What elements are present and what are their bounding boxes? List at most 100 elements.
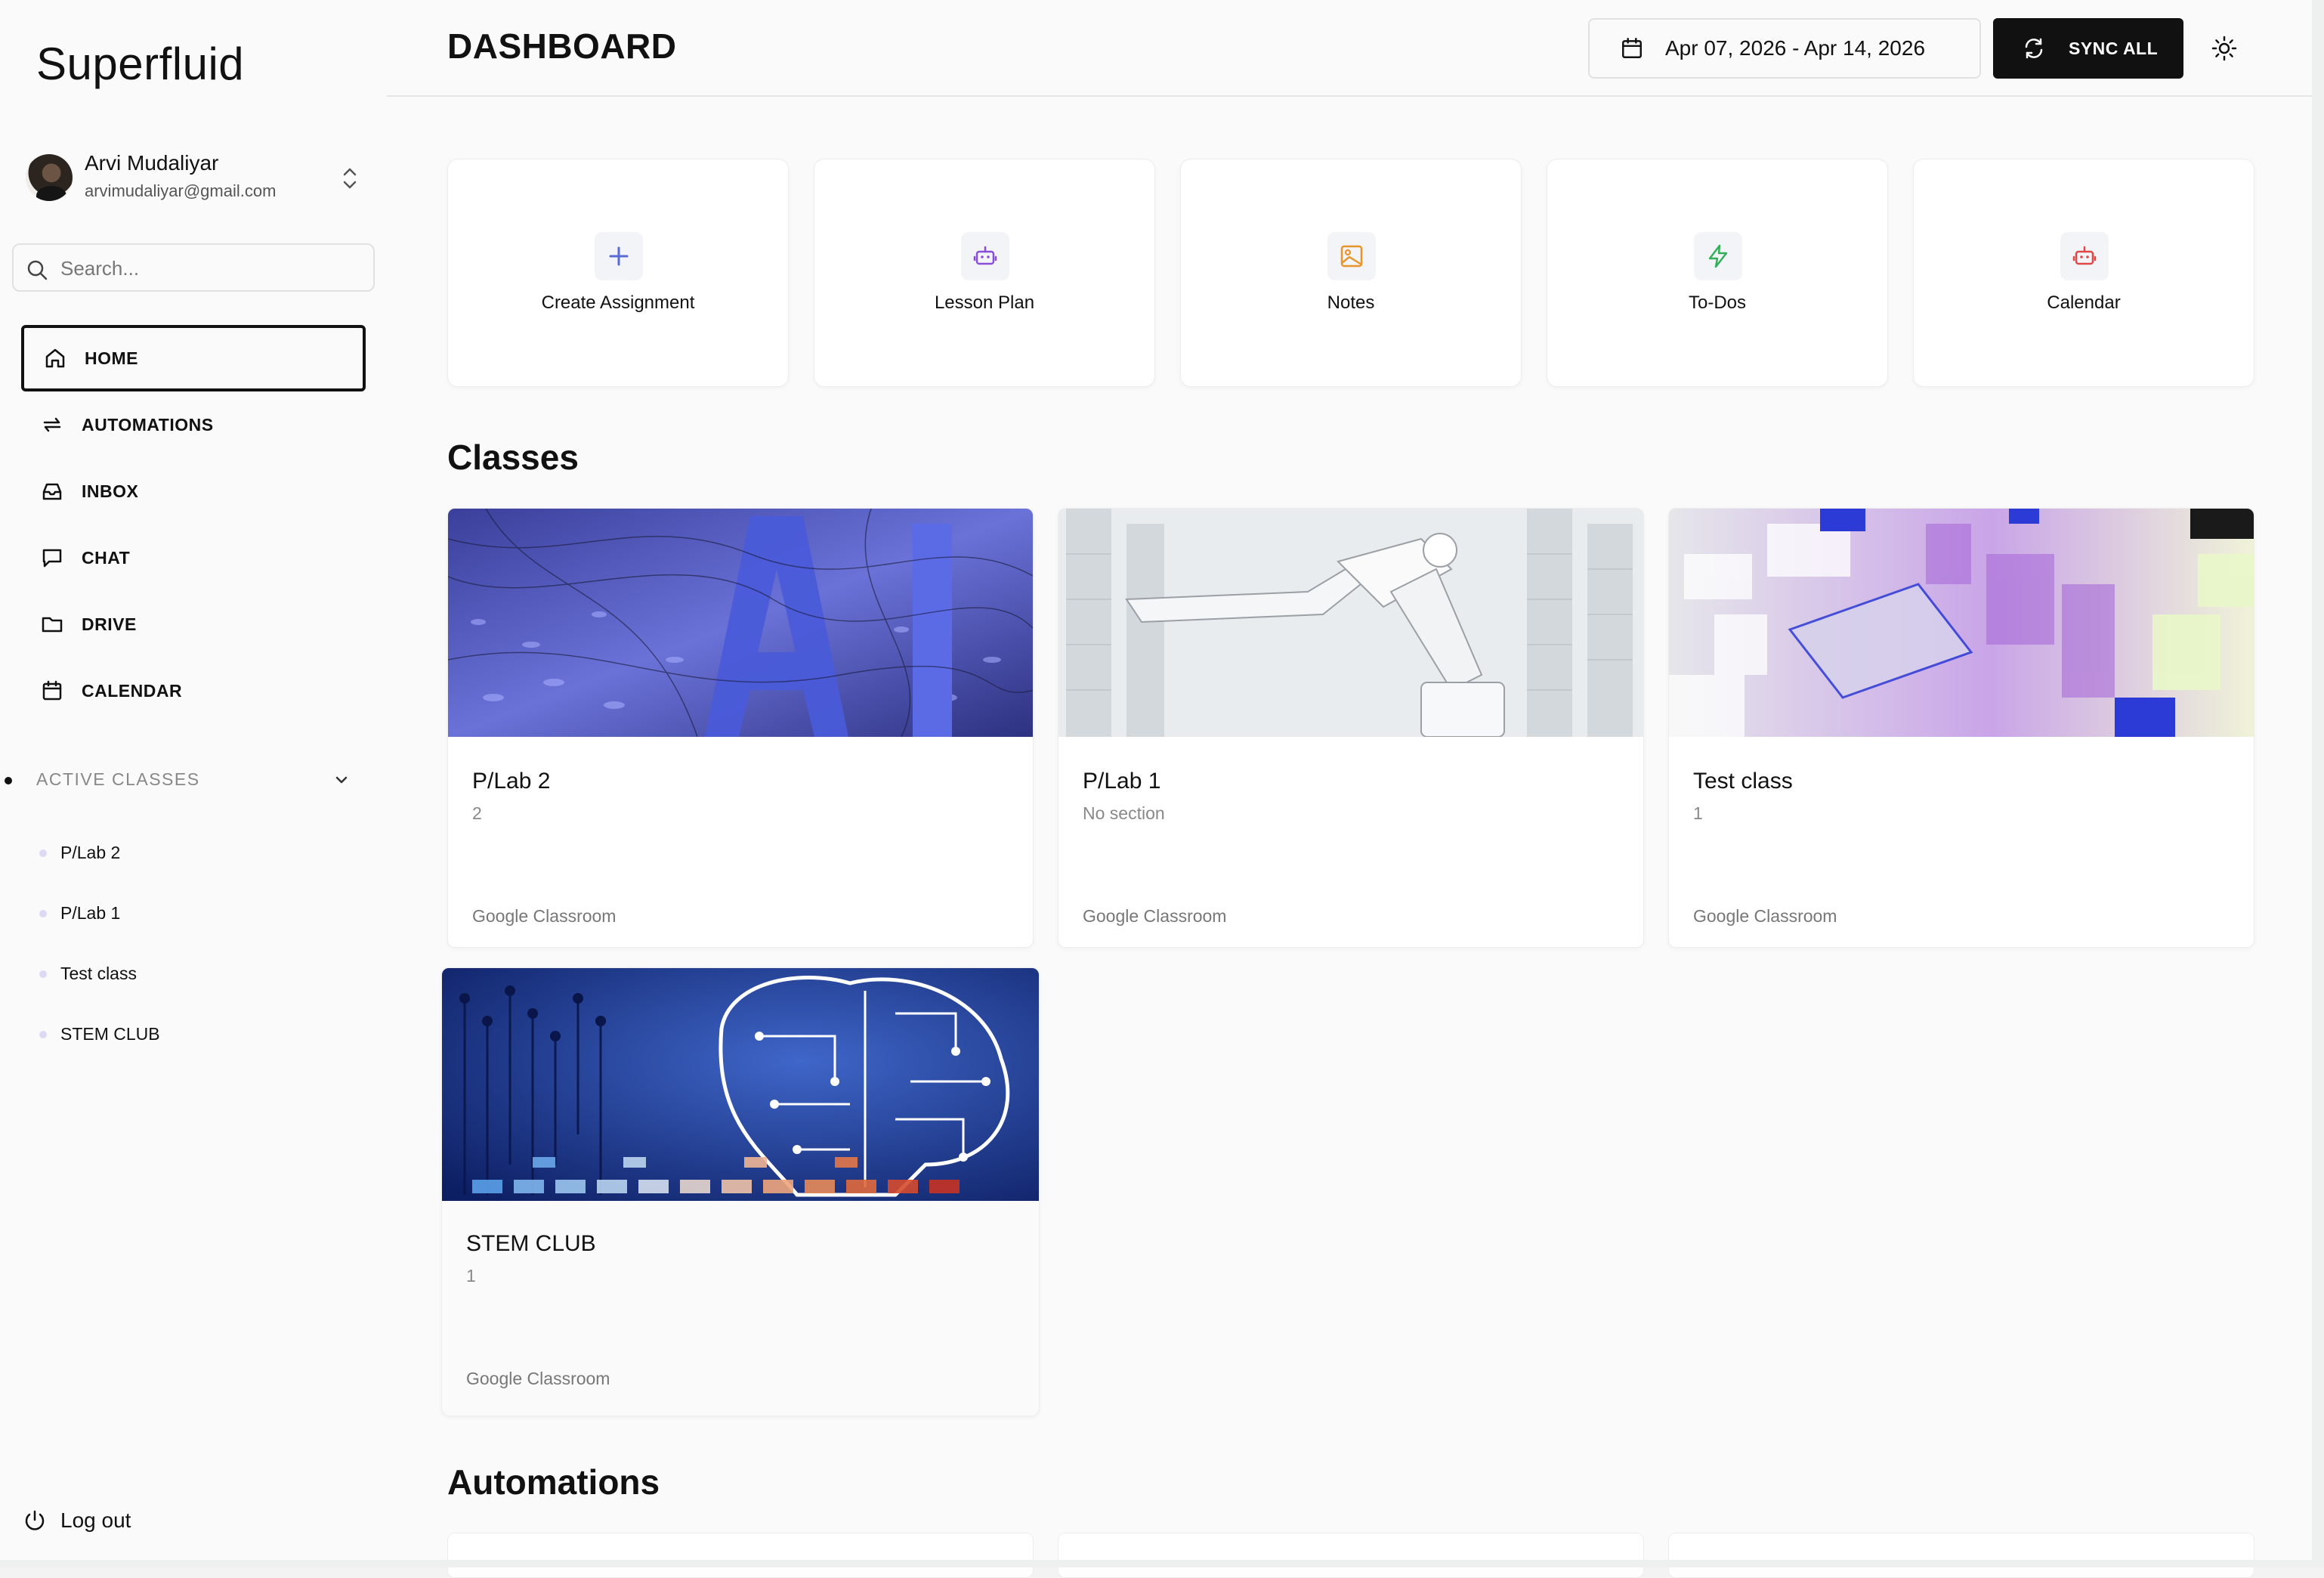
quick-action-label: Create Assignment — [541, 292, 695, 313]
sidebar-class-item[interactable]: P/Lab 2 — [36, 822, 160, 883]
class-card[interactable]: Test class 1 Google Classroom — [1668, 508, 2254, 948]
bolt-icon — [1694, 232, 1742, 280]
nav-item-inbox[interactable]: INBOX — [21, 458, 366, 524]
search-input[interactable] — [60, 254, 363, 283]
nav-label: CHAT — [82, 547, 131, 568]
sidebar-class-label: STEM CLUB — [60, 1023, 160, 1044]
nav-label: CALENDAR — [82, 680, 183, 701]
active-classes-list: P/Lab 2 P/Lab 1 Test class STEM CLUB — [36, 822, 160, 1064]
date-range-text: Apr 07, 2026 - Apr 14, 2026 — [1665, 36, 1926, 60]
class-name: STEM CLUB — [466, 1231, 596, 1256]
class-section: 1 — [1693, 803, 1703, 823]
sidebar-class-label: Test class — [60, 963, 137, 983]
repeat-icon — [39, 412, 65, 438]
bullet-dot — [5, 777, 12, 784]
quick-action-label: To-Dos — [1688, 292, 1747, 313]
quick-action-label: Lesson Plan — [934, 292, 1035, 313]
home-icon — [42, 345, 68, 371]
quick-action-notes[interactable]: Notes — [1180, 159, 1522, 387]
main-nav: HOME AUTOMATIONS INBOX CHAT DRIVE CALEND… — [21, 325, 366, 724]
logout-label: Log out — [60, 1508, 131, 1532]
bullet-dot — [39, 970, 47, 978]
nav-label: INBOX — [82, 481, 139, 501]
quick-actions: Create Assignment Lesson Plan Notes To-D… — [447, 159, 2256, 387]
logout-button[interactable]: Log out — [23, 1504, 131, 1537]
automations-section-title: Automations — [447, 1462, 660, 1502]
bot-icon — [2060, 232, 2109, 280]
user-switcher[interactable]: Arvi Mudaliyar arvimudaliyar@gmail.com — [26, 151, 373, 204]
class-card[interactable]: P/Lab 2 2 Google Classroom — [447, 508, 1034, 948]
automation-card[interactable] — [1668, 1533, 2254, 1578]
class-thumbnail — [442, 968, 1039, 1201]
quick-action-create-assignment[interactable]: Create Assignment — [447, 159, 789, 387]
inbox-icon — [39, 478, 65, 504]
nav-label: AUTOMATIONS — [82, 414, 214, 435]
window-edge — [0, 1560, 2324, 1567]
user-email: arvimudaliyar@gmail.com — [85, 181, 277, 200]
theme-toggle[interactable] — [2209, 33, 2239, 63]
chat-icon — [39, 545, 65, 571]
nav-item-calendar[interactable]: CALENDAR — [21, 658, 366, 724]
automation-card[interactable] — [1058, 1533, 1644, 1578]
app-brand: Superfluid — [36, 39, 245, 89]
chevron-down-icon[interactable] — [332, 771, 351, 789]
nav-label: DRIVE — [82, 614, 137, 634]
nav-label: HOME — [85, 348, 138, 368]
nav-item-home[interactable]: HOME — [21, 325, 366, 391]
sidebar-class-item[interactable]: STEM CLUB — [36, 1004, 160, 1064]
search-icon — [27, 260, 48, 280]
power-icon — [25, 1510, 45, 1530]
bullet-dot — [39, 910, 47, 917]
window-edge — [2312, 0, 2324, 1567]
sync-all-button[interactable]: SYNC ALL — [1993, 18, 2183, 79]
user-name: Arvi Mudaliyar — [85, 151, 219, 175]
class-name: P/Lab 2 — [472, 769, 551, 794]
search-box[interactable] — [12, 243, 375, 292]
class-thumbnail — [1669, 509, 2254, 737]
calendar-icon — [39, 678, 65, 704]
chevron-up-down-icon[interactable] — [338, 163, 361, 193]
plus-icon — [595, 232, 643, 280]
bullet-dot — [39, 849, 47, 857]
class-thumbnail — [448, 509, 1033, 737]
page-title: DASHBOARD — [447, 26, 677, 66]
class-thumbnail — [1058, 509, 1643, 737]
class-name: P/Lab 1 — [1083, 769, 1161, 794]
quick-action-calendar[interactable]: Calendar — [1913, 159, 2254, 387]
app-window: Superfluid Arvi Mudaliyar arvimudaliyar@… — [0, 0, 2312, 1578]
bot-icon — [961, 232, 1009, 280]
class-source: Google Classroom — [1693, 906, 1837, 926]
quick-action-lesson-plan[interactable]: Lesson Plan — [814, 159, 1155, 387]
sidebar-class-label: P/Lab 2 — [60, 842, 121, 862]
top-header: DASHBOARD Apr 07, 2026 - Apr 14, 2026 SY… — [387, 0, 2312, 97]
class-source: Google Classroom — [466, 1369, 610, 1388]
nav-item-automations[interactable]: AUTOMATIONS — [21, 391, 366, 458]
nav-item-drive[interactable]: DRIVE — [21, 591, 366, 658]
quick-action-todos[interactable]: To-Dos — [1547, 159, 1888, 387]
classes-section-title: Classes — [447, 438, 579, 477]
automation-card[interactable] — [447, 1533, 1034, 1578]
sidebar-class-item[interactable]: P/Lab 1 — [36, 883, 160, 943]
class-section: No section — [1083, 803, 1165, 823]
class-source: Google Classroom — [1083, 906, 1227, 926]
sidebar-class-label: P/Lab 1 — [60, 902, 121, 923]
class-section: 2 — [472, 803, 482, 823]
avatar — [26, 154, 73, 201]
image-icon — [1327, 232, 1376, 280]
nav-item-chat[interactable]: CHAT — [21, 524, 366, 591]
sidebar: Superfluid Arvi Mudaliyar arvimudaliyar@… — [0, 0, 387, 1560]
class-card[interactable]: P/Lab 1 No section Google Classroom — [1058, 508, 1644, 948]
date-range-picker[interactable]: Apr 07, 2026 - Apr 14, 2026 — [1588, 18, 1981, 79]
class-section: 1 — [466, 1266, 476, 1286]
sync-all-label: SYNC ALL — [2069, 38, 2159, 58]
class-card[interactable]: STEM CLUB 1 Google Classroom — [441, 967, 1040, 1416]
sidebar-class-item[interactable]: Test class — [36, 943, 160, 1004]
calendar-icon — [1622, 37, 1642, 58]
class-name: Test class — [1693, 769, 1793, 794]
quick-action-label: Notes — [1327, 292, 1375, 313]
active-classes-header[interactable]: ACTIVE CLASSES — [0, 766, 363, 797]
active-classes-title: ACTIVE CLASSES — [36, 769, 200, 789]
refresh-icon — [2025, 38, 2043, 59]
bullet-dot — [39, 1031, 47, 1038]
sun-icon — [2211, 36, 2237, 61]
